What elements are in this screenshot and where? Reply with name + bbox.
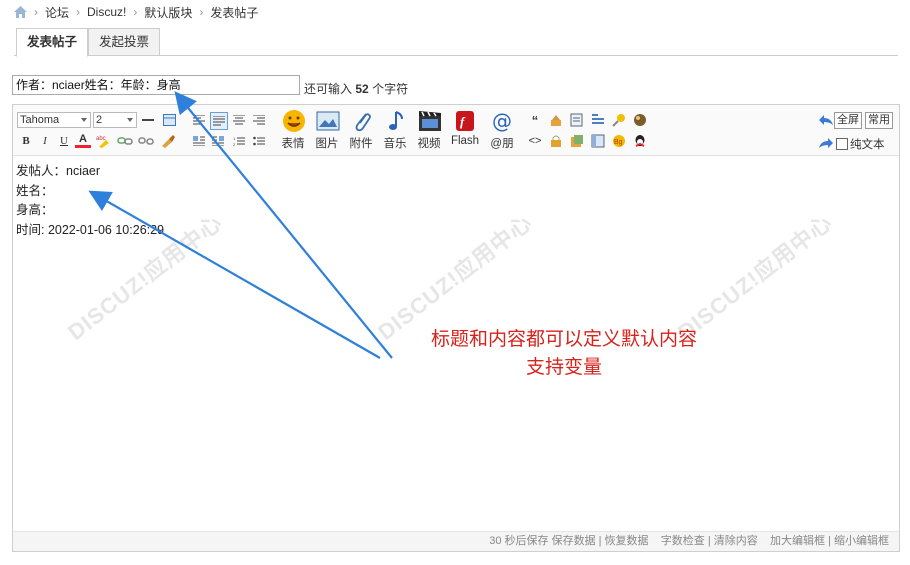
annotation-line-2: 支持变量: [525, 357, 602, 378]
arrow-to-subject: [174, 91, 393, 359]
annotation-text: 标题和内容都可以定义默认内容 支持变量: [404, 326, 724, 382]
annotation-arrows: [88, 91, 393, 359]
annotation-line-1: 标题和内容都可以定义默认内容: [430, 329, 697, 350]
arrow-to-content: [88, 190, 381, 359]
